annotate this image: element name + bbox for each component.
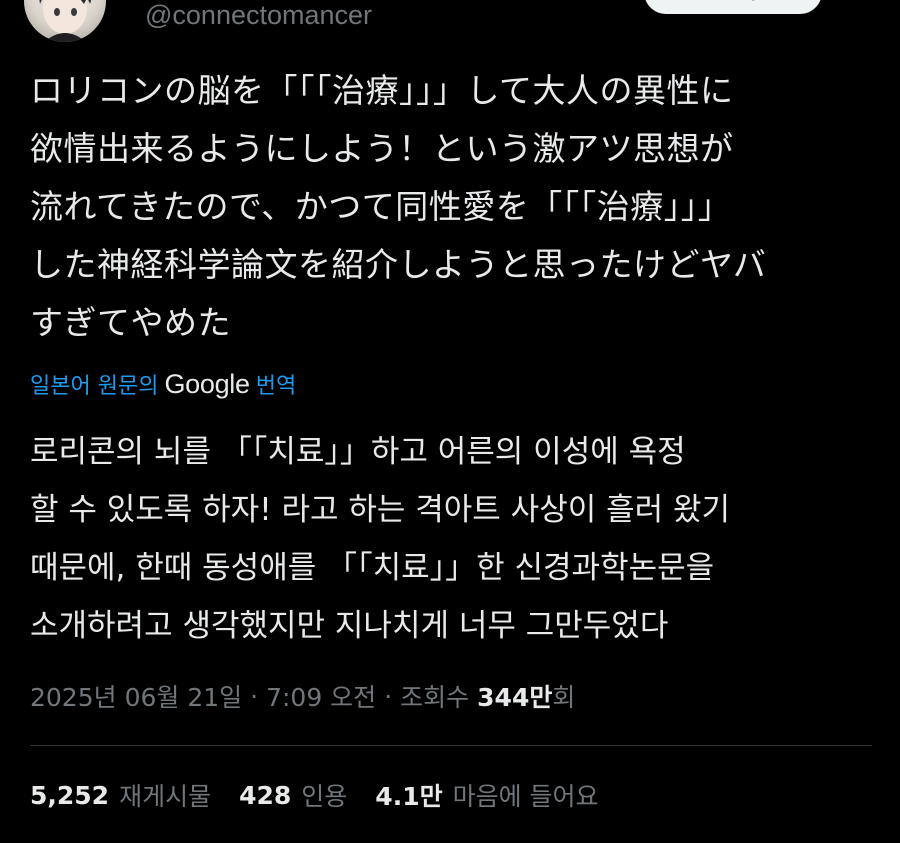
author-handle[interactable]: @connectomancer xyxy=(145,0,372,31)
google-wordmark: Google xyxy=(164,368,250,399)
reposts-stat[interactable]: 5,252 재게시물 xyxy=(30,777,211,813)
reposts-label: 재게시물 xyxy=(119,782,212,811)
author-avatar[interactable] xyxy=(24,0,106,42)
more-horizontal-icon[interactable] xyxy=(846,0,876,6)
translation-attribution[interactable]: 일본어 원문의 Google 번역 xyxy=(30,366,296,402)
tweet-time[interactable]: 7:09 오전 xyxy=(266,678,376,714)
translation-suffix: 번역 xyxy=(255,374,297,399)
quotes-label: 인용 xyxy=(301,782,348,811)
meta-separator: · xyxy=(384,681,393,711)
reposts-count: 5,252 xyxy=(30,780,110,810)
views-count: 344만 xyxy=(477,683,553,712)
views-label: 조회수 xyxy=(400,683,470,712)
likes-label: 마음에 들어요 xyxy=(452,782,599,811)
likes-stat[interactable]: 4.1만 마음에 들어요 xyxy=(375,777,598,813)
translation-prefix: 일본어 원문의 xyxy=(30,374,159,399)
tweet-text: ロリコンの脳を「「「治療」」」して大人の異性に 欲情出来るようにしよう！という激… xyxy=(30,71,767,342)
likes-count: 4.1만 xyxy=(375,782,443,811)
follow-button[interactable]: 팔로우 xyxy=(644,0,822,14)
views-suffix: 회 xyxy=(552,683,576,712)
tweet-date[interactable]: 2025년 06월 21일 xyxy=(30,678,242,714)
anime-character-avatar-icon xyxy=(39,0,92,42)
engagement-stats: 5,252 재게시물 428 인용 4.1만 마음에 들어요 xyxy=(30,775,627,815)
quotes-stat[interactable]: 428 인용 xyxy=(239,777,347,813)
tweet-meta: 2025년 06월 21일 · 7:09 오전 · 조회수 344만 회 xyxy=(30,676,575,716)
meta-separator: · xyxy=(250,681,259,711)
translated-text: 로리콘의 뇌를 「「치료」」하고 어른의 이성에 욕정 할 수 있도록 하자! … xyxy=(30,434,731,644)
divider xyxy=(30,745,872,746)
quotes-count: 428 xyxy=(239,780,292,810)
